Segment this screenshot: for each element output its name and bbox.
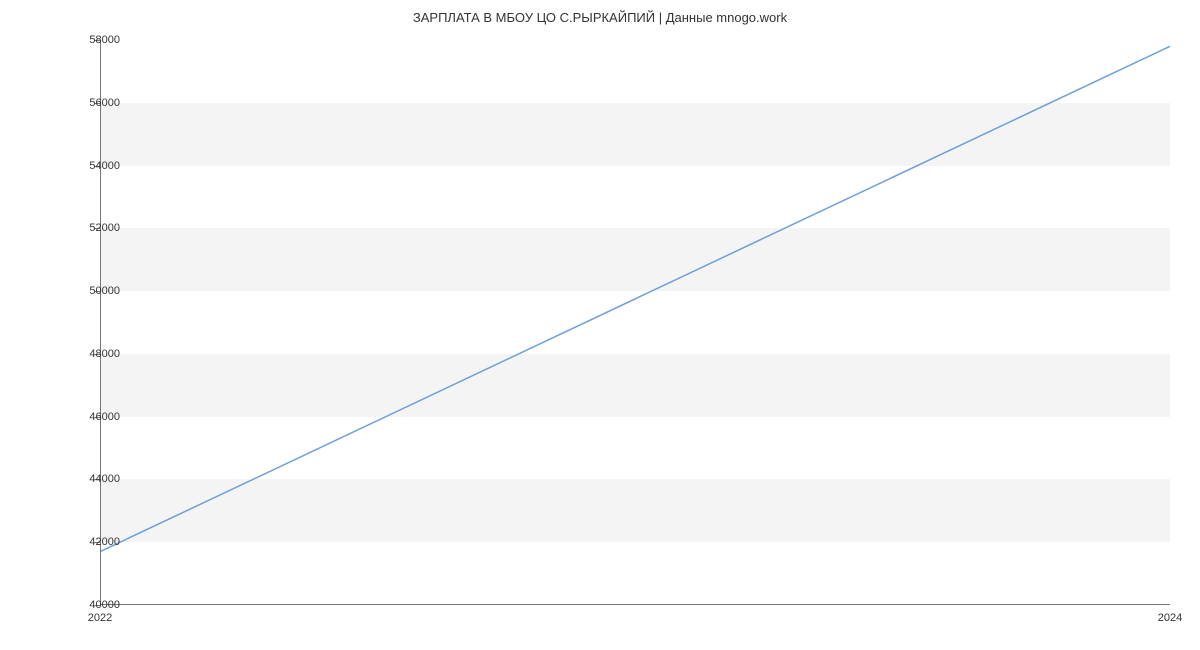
y-tick-label: 50000 bbox=[89, 285, 120, 297]
y-tick-label: 40000 bbox=[89, 599, 120, 611]
x-axis bbox=[100, 604, 1170, 605]
chart-title: ЗАРПЛАТА В МБОУ ЦО С.РЫРКАЙПИЙ | Данные … bbox=[0, 0, 1200, 25]
line-series bbox=[100, 40, 1170, 605]
plot-background bbox=[100, 40, 1170, 605]
y-tick-label: 42000 bbox=[89, 536, 120, 548]
x-tick-label: 2022 bbox=[88, 612, 112, 624]
y-tick-label: 54000 bbox=[89, 160, 120, 172]
y-tick-label: 58000 bbox=[89, 34, 120, 46]
x-tick-label: 2024 bbox=[1158, 612, 1182, 624]
y-axis bbox=[100, 40, 101, 605]
y-tick-label: 46000 bbox=[89, 411, 120, 423]
y-tick-label: 44000 bbox=[89, 473, 120, 485]
y-tick-label: 52000 bbox=[89, 222, 120, 234]
y-tick-label: 56000 bbox=[89, 97, 120, 109]
y-tick-label: 48000 bbox=[89, 348, 120, 360]
chart-plot-area: 20222024 bbox=[100, 40, 1170, 605]
